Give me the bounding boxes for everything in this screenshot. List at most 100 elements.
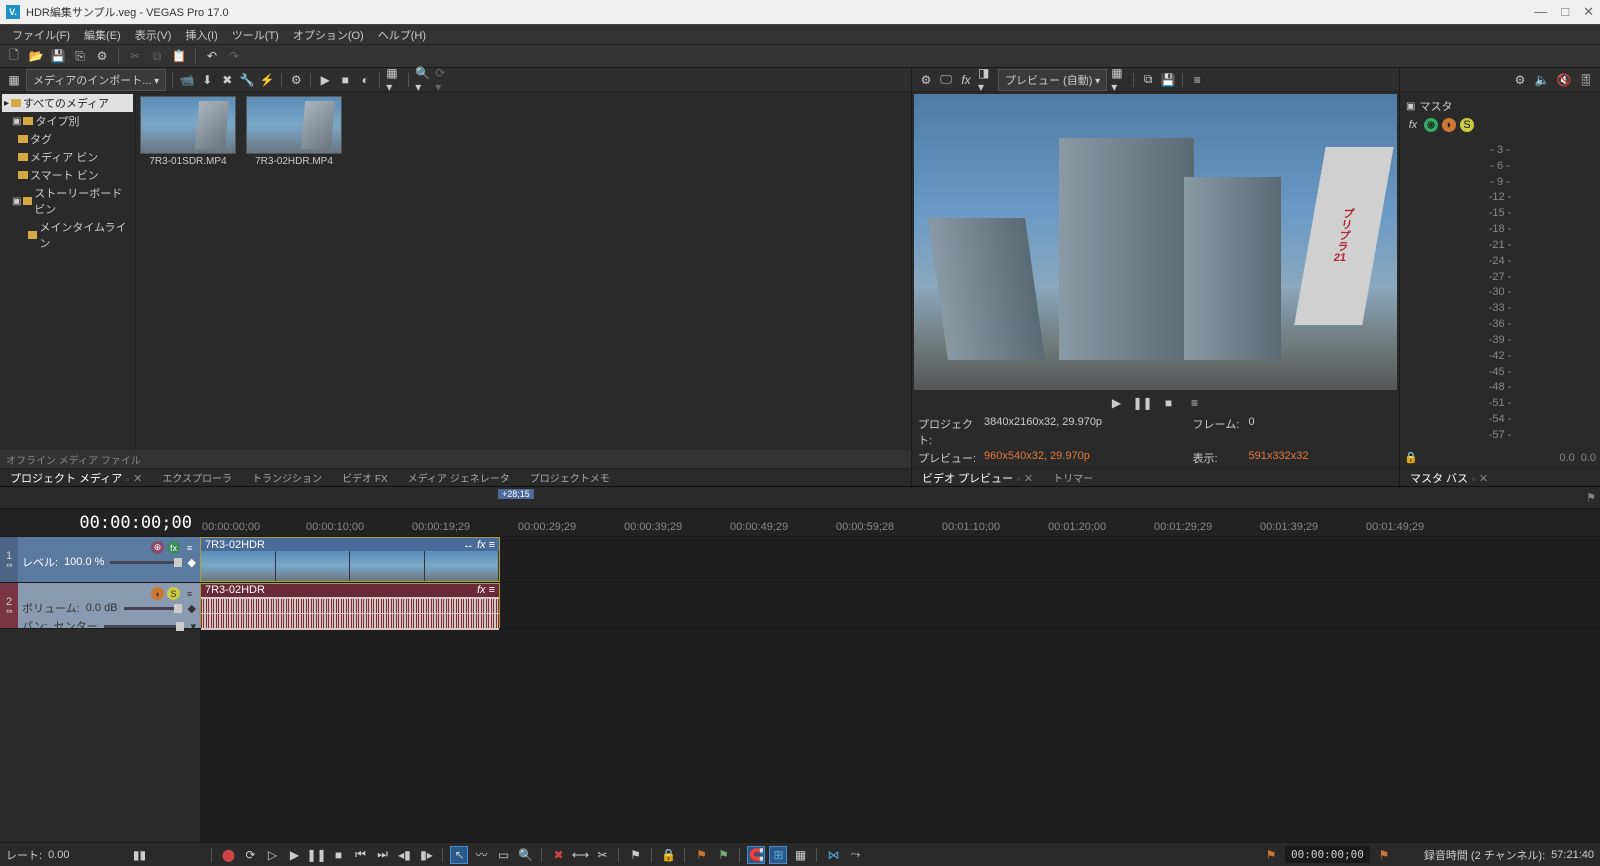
level-slider[interactable] xyxy=(110,561,181,564)
timeline-marker-bar[interactable]: +28;15 ⚑ xyxy=(0,487,1600,509)
tab-project-notes[interactable]: プロジェクトメモ xyxy=(520,468,620,487)
media-clip-2[interactable]: 7R3-02HDR.MP4 xyxy=(246,96,342,167)
menu-edit[interactable]: 編集(E) xyxy=(78,25,127,45)
track-arm-icon[interactable]: ◗ xyxy=(151,587,164,600)
record-icon[interactable]: ⬤ xyxy=(220,847,236,863)
preview-stop-icon[interactable]: ■ xyxy=(1161,395,1177,411)
selection-icon[interactable]: ▭ xyxy=(495,847,511,863)
overlay-icon[interactable]: ▦ ▾ xyxy=(1111,72,1127,88)
menu-help[interactable]: ヘルプ(H) xyxy=(372,25,432,45)
auto-crossfade-icon[interactable]: ⋈ xyxy=(825,847,841,863)
auto-ripple-icon[interactable]: 🧲 xyxy=(748,847,764,863)
snap-enable-icon[interactable]: ⊞ xyxy=(770,847,786,863)
zoom-icon[interactable]: 🔍 xyxy=(517,847,533,863)
video-clip[interactable]: 7R3-02HDR↔ fx ≡ xyxy=(200,537,500,582)
close-button[interactable]: ✕ xyxy=(1583,4,1594,20)
preview-device-icon[interactable]: 🖵 xyxy=(938,72,954,88)
stop-icon[interactable]: ■ xyxy=(337,72,353,88)
track-motion-icon[interactable]: ⊕ xyxy=(151,541,164,554)
track-header-2[interactable]: 2⇕ ◗S≡ ボリューム: 0.0 dB◆ パン: センター▾ xyxy=(0,583,200,629)
capture-icon[interactable]: 📹 xyxy=(179,72,195,88)
preview-menu-icon[interactable]: ≡ xyxy=(1187,395,1203,411)
trim-start-icon[interactable]: ✖ xyxy=(550,847,566,863)
new-icon[interactable]: 🗋 xyxy=(6,48,22,64)
get-media-icon[interactable]: ⬇ xyxy=(199,72,215,88)
master-solo-icon[interactable]: S xyxy=(1460,118,1474,132)
bin-smart-bins[interactable]: スマート ビン xyxy=(2,166,133,184)
envelope-icon[interactable]: 〰 xyxy=(473,847,489,863)
pan-slider[interactable] xyxy=(104,625,185,628)
master-mute-icon[interactable]: ◗ xyxy=(1442,118,1456,132)
ripple-icon[interactable]: ⤳ xyxy=(847,847,863,863)
play-start-icon[interactable]: ▷ xyxy=(264,847,280,863)
timecode-display[interactable]: 00:00:00;00 xyxy=(0,509,200,537)
tab-master-bus[interactable]: マスタ バス▫✕ xyxy=(1400,468,1498,488)
save-icon[interactable]: 💾 xyxy=(50,48,66,64)
media-import-dropdown[interactable]: メディアのインポート... ▾ xyxy=(26,69,166,91)
quantize-icon[interactable]: ▦ xyxy=(792,847,808,863)
fx-icon[interactable]: ⚡ xyxy=(259,72,275,88)
rate-indicator-icon[interactable]: ▮▮ xyxy=(131,847,147,863)
audio-clip[interactable]: 7R3-02HDRfx ≡ xyxy=(200,583,500,628)
menu-insert[interactable]: 挿入(I) xyxy=(179,25,223,45)
go-end-icon[interactable]: ⏭ xyxy=(374,847,390,863)
tab-trimmer[interactable]: トリマー xyxy=(1043,468,1103,487)
track-menu-icon[interactable]: ≡ xyxy=(183,541,196,554)
track-solo-icon[interactable]: S xyxy=(167,587,180,600)
autopreview-icon[interactable]: ◐ xyxy=(357,72,373,88)
settings-icon[interactable]: ⚙ xyxy=(288,72,304,88)
vol-slider[interactable] xyxy=(124,607,182,610)
hamburger-icon[interactable]: ≡ xyxy=(1189,72,1205,88)
redo-icon[interactable]: ↷ xyxy=(226,48,242,64)
track-2-lane[interactable]: 18:36:54: 7R3-02HDRfx ≡ xyxy=(200,583,1600,629)
bin-media-bins[interactable]: メディア ビン xyxy=(2,148,133,166)
marker-label[interactable]: +28;15 xyxy=(498,489,534,499)
marker-flag-icon[interactable]: ⚑ xyxy=(1586,491,1596,504)
snapshot-copy-icon[interactable]: ⧉ xyxy=(1140,72,1156,88)
play-icon[interactable]: ▶ xyxy=(317,72,333,88)
render-icon[interactable]: ⎘ xyxy=(72,48,88,64)
vol-kf-icon[interactable]: ◆ xyxy=(188,602,196,615)
track-1-lane[interactable]: 7R3-02HDR↔ fx ≡ xyxy=(200,537,1600,583)
menu-file[interactable]: ファイル(F) xyxy=(6,25,76,45)
menu-options[interactable]: オプション(O) xyxy=(287,25,370,45)
media-bins-tree[interactable]: ▸ すべてのメディア ▣ タイプ別 タグ メディア ビン スマート ビン ▣ ス… xyxy=(0,92,136,450)
properties-icon[interactable]: ⚙ xyxy=(94,48,110,64)
bin-tags[interactable]: タグ xyxy=(2,130,133,148)
open-icon[interactable]: 📂 xyxy=(28,48,44,64)
tab-media-generators[interactable]: メディア ジェネレータ xyxy=(398,468,520,487)
minimize-button[interactable]: — xyxy=(1534,4,1547,20)
track-header-1[interactable]: 1⇕ ⊕fx≡ レベル: 100.0 %◆ xyxy=(0,537,200,583)
loop-icon[interactable]: ⟳ xyxy=(242,847,258,863)
menu-tools[interactable]: ツール(T) xyxy=(226,25,285,45)
view-icon[interactable]: ▦ xyxy=(6,72,22,88)
tab-project-media[interactable]: プロジェクト メディア▫✕ xyxy=(0,468,152,488)
stop-icon[interactable]: ■ xyxy=(330,847,346,863)
media-clip-1[interactable]: 7R3-01SDR.MP4 xyxy=(140,96,236,167)
level-kf-icon[interactable]: ◆ xyxy=(188,556,196,569)
next-frame-icon[interactable]: ▮▸ xyxy=(418,847,434,863)
play-icon[interactable]: ▶ xyxy=(286,847,302,863)
views-icon[interactable]: ▦ ▾ xyxy=(386,72,402,88)
preview-viewport[interactable]: プリプラ 21 xyxy=(914,94,1397,390)
splitscreen-icon[interactable]: ◨ ▾ xyxy=(978,72,994,88)
tab-explorer[interactable]: エクスプローラ xyxy=(152,468,242,487)
go-start-icon[interactable]: ⏮ xyxy=(352,847,368,863)
tab-video-fx[interactable]: ビデオ FX xyxy=(332,468,398,487)
cut-icon[interactable]: ✂ xyxy=(127,48,143,64)
tab-transitions[interactable]: トランジション xyxy=(242,468,332,487)
maximize-button[interactable]: □ xyxy=(1561,4,1569,20)
preview-fx-icon[interactable]: fx xyxy=(958,72,974,88)
tab-video-preview[interactable]: ビデオ プレビュー▫✕ xyxy=(912,468,1043,488)
undo-icon[interactable]: ↶ xyxy=(204,48,220,64)
flag-icon[interactable]: ⚑ xyxy=(1263,847,1279,863)
snap-icon[interactable]: ⚑ xyxy=(693,847,709,863)
snapshot-save-icon[interactable]: 💾 xyxy=(1160,72,1176,88)
normal-edit-icon[interactable]: ↖ xyxy=(451,847,467,863)
pause-icon[interactable]: ❚❚ xyxy=(308,847,324,863)
track-menu-icon[interactable]: ≡ xyxy=(183,587,196,600)
props-icon[interactable]: 🔧 xyxy=(239,72,255,88)
master-fx-icon[interactable]: fx xyxy=(1406,118,1420,132)
timeline-tracks[interactable]: 00:00:00;00 00:00:10;00 00:00:19;29 00:0… xyxy=(200,509,1600,842)
track-fx-icon[interactable]: fx xyxy=(167,541,180,554)
